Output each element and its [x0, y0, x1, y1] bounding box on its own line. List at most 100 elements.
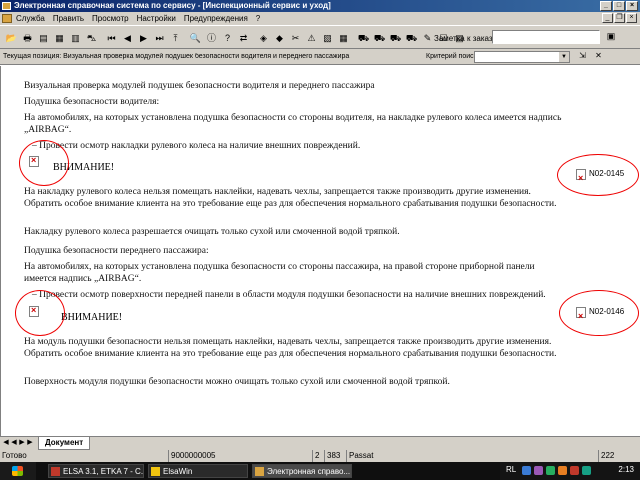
image-icon[interactable]: ▧ — [320, 30, 335, 46]
passenger-section-title: Подушка безопасности переднего пассажира… — [24, 246, 209, 256]
passenger-cleaning-text: Поверхность модуля подушки безопасности … — [24, 377, 450, 387]
car-service-icon[interactable]: ⛟ — [356, 30, 371, 46]
taskbar-item-elsawin[interactable]: ElsaWin — [148, 464, 248, 478]
warning1-text: На накладку рулевого колеса нельзя помещ… — [24, 187, 557, 209]
nav-prev-icon[interactable]: ◀ — [120, 30, 135, 46]
car-repair-icon[interactable]: ⛟ — [372, 30, 387, 46]
search-go-icon[interactable]: ⇲ — [576, 51, 589, 63]
start-button[interactable] — [0, 462, 36, 480]
red-annotation-circle — [15, 290, 65, 336]
red-annotation-circle — [19, 140, 69, 186]
up-arrow-icon[interactable]: ⤒ — [168, 30, 183, 46]
tab-document[interactable]: Документ — [38, 437, 91, 450]
warning-icon[interactable]: ⚠ — [304, 30, 319, 46]
document-menu-icon[interactable] — [2, 14, 12, 23]
minimize-button[interactable]: _ — [600, 1, 612, 11]
tab-first-button[interactable]: ◀ — [2, 438, 10, 446]
window-title: Электронная справочная система по сервис… — [14, 1, 331, 10]
driver-cleaning-text: Накладку рулевого колеса разрешается очи… — [24, 227, 400, 237]
warning2-text: На модуль подушки безопасности нельзя по… — [24, 337, 557, 359]
menu-help[interactable]: ? — [256, 14, 260, 23]
menu-bar: Служба Править Просмотр Настройки Предуп… — [0, 12, 640, 25]
taskbar-item-label: Электронная справо... — [267, 467, 351, 476]
toolbar-separator — [252, 30, 255, 46]
mdi-minimize-button[interactable]: _ — [602, 13, 613, 23]
toolbar-separator — [352, 30, 355, 46]
status-field-2: 383 — [324, 450, 344, 462]
status-ready: Готово — [2, 451, 27, 460]
tray-app-icon[interactable] — [570, 466, 579, 475]
car-icon[interactable]: ⛍ — [84, 30, 99, 46]
document-view[interactable]: Визуальная проверка модулей подушек безо… — [0, 66, 640, 436]
transfer-icon[interactable]: ⇄ — [236, 30, 251, 46]
document-list-icon[interactable]: ▦ — [52, 30, 67, 46]
tab-last-button[interactable]: ▶ — [26, 438, 34, 446]
tab-prev-button[interactable]: ◀ — [10, 438, 18, 446]
status-order-number: 9000000005 — [168, 450, 308, 462]
menu-warnings[interactable]: Предупреждения — [184, 14, 248, 23]
nav-first-icon[interactable]: ⏮ — [104, 30, 119, 46]
menu-edit[interactable]: Править — [53, 14, 84, 23]
order-note-label: Заметка к заказу: — [434, 34, 499, 43]
red-annotation-circle — [557, 154, 639, 196]
toolbar-separator — [184, 30, 187, 46]
search-criteria-select[interactable]: ▼ — [474, 51, 570, 63]
driver-text: На автомобилях, на которых установлена п… — [24, 113, 562, 135]
current-position-text: Текущая позиция: Визуальная проверка мод… — [3, 53, 350, 60]
menu-view[interactable]: Просмотр — [92, 14, 129, 23]
taskbar-item-label: ElsaWin — [163, 467, 193, 476]
menu-service[interactable]: Служба — [16, 14, 45, 23]
info-icon[interactable]: ⓘ — [204, 30, 219, 46]
taskbar-item-elsa[interactable]: ELSA 3.1, ETKA 7 - C... — [48, 464, 144, 478]
driver-section-title: Подушка безопасности водителя: — [24, 97, 160, 107]
tab-next-button[interactable]: ▶ — [18, 438, 26, 446]
status-bar: Готово 9000000005 2 383 Passat 222 — [0, 450, 640, 462]
taskbar-item-service-manual[interactable]: Электронная справо... — [252, 464, 352, 478]
print-icon[interactable]: 🖶 — [20, 30, 35, 46]
document-tabs-bar: ◀ ◀ ▶ ▶ Документ — [0, 436, 640, 450]
maximize-button[interactable]: □ — [613, 1, 625, 11]
tray-app-icon[interactable] — [582, 466, 591, 475]
tray-app-icon[interactable] — [558, 466, 567, 475]
window-title-bar[interactable]: Электронная справочная система по сервис… — [0, 0, 640, 12]
order-note-input[interactable] — [492, 30, 600, 44]
menu-settings[interactable]: Настройки — [137, 14, 176, 23]
bookmark-icon[interactable]: ◆ — [272, 30, 287, 46]
document-icon[interactable]: ▤ — [36, 30, 51, 46]
help-icon[interactable]: ? — [220, 30, 235, 46]
search-icon[interactable]: 🔍 — [188, 30, 203, 46]
nav-last-icon[interactable]: ⏭ — [152, 30, 167, 46]
chevron-down-icon[interactable]: ▼ — [559, 52, 569, 62]
folder-icon — [151, 467, 160, 476]
system-tray: RL 2:13 — [500, 462, 640, 480]
tools-icon[interactable]: ✂ — [288, 30, 303, 46]
mdi-close-button[interactable]: × — [626, 13, 637, 23]
close-button[interactable]: × — [626, 1, 638, 11]
tray-app-icon[interactable] — [546, 466, 555, 475]
search-clear-icon[interactable]: ✕ — [592, 51, 605, 63]
red-annotation-circle — [559, 290, 639, 336]
edit-icon[interactable]: ✎ — [420, 30, 435, 46]
windows-logo-icon — [12, 466, 23, 476]
cube-icon[interactable]: ◈ — [256, 30, 271, 46]
note-edit-icon[interactable]: ▣ — [604, 31, 618, 44]
taskbar: ELSA 3.1, ETKA 7 - C... ElsaWin Электрон… — [0, 462, 640, 480]
car-body-icon[interactable]: ⛟ — [404, 30, 419, 46]
book-icon[interactable]: ▥ — [68, 30, 83, 46]
folder-icon[interactable]: 📂 — [4, 30, 19, 46]
current-position-bar: Текущая позиция: Визуальная проверка мод… — [0, 49, 640, 65]
language-indicator[interactable]: RL — [506, 465, 516, 474]
passenger-text: На автомобилях, на которых установлена п… — [24, 262, 535, 284]
document-heading: Визуальная проверка модулей подушек безо… — [24, 81, 375, 91]
network-icon[interactable] — [522, 466, 531, 475]
status-field-1: 2 — [312, 450, 322, 462]
clock: 2:13 — [618, 465, 634, 474]
table-icon[interactable]: ▦ — [336, 30, 351, 46]
driver-step: – Провести осмотр накладки рулевого коле… — [32, 141, 361, 151]
passenger-step: – Провести осмотр поверхности передней п… — [32, 290, 546, 300]
warning2-title: ВНИМАНИЕ! — [61, 312, 123, 323]
nav-next-icon[interactable]: ▶ — [136, 30, 151, 46]
mdi-restore-button[interactable]: ❐ — [614, 13, 625, 23]
car-wiring-icon[interactable]: ⛟ — [388, 30, 403, 46]
tray-app-icon[interactable] — [534, 466, 543, 475]
